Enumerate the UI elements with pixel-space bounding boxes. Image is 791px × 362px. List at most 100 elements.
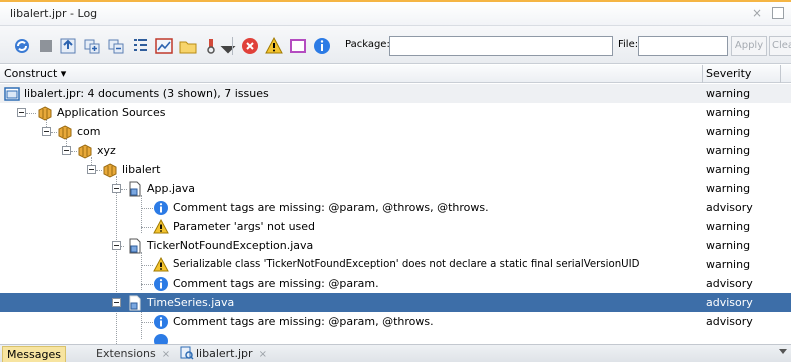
severity-value: warning	[706, 163, 751, 176]
audit-log-icon	[180, 346, 194, 360]
refresh-audit-icon[interactable]	[12, 36, 32, 56]
folder-icon[interactable]	[178, 36, 198, 56]
severity-value: advisory	[706, 201, 753, 214]
tree-row-label: xyz	[97, 144, 116, 157]
fix-icon[interactable]	[58, 36, 78, 56]
tree-row-label: libalert.jpr: 4 documents (3 shown), 7 i…	[24, 87, 269, 100]
tree-row-label: Application Sources	[57, 106, 166, 119]
tree-row-label: Parameter 'args' not used	[173, 220, 316, 233]
severity-value: advisory	[706, 277, 753, 290]
severity-value: advisory	[706, 296, 753, 309]
tree-row-label: Comment tags are missing: @param, @throw…	[173, 315, 434, 328]
tree-row-com[interactable]: com warning	[0, 122, 791, 141]
info-icon	[153, 333, 169, 344]
tab-label: libalert.jpr	[196, 347, 253, 360]
tree-row-label: Serializable class 'TickerNotFoundExcept…	[173, 259, 640, 270]
close-tab-icon[interactable]: ×	[162, 349, 170, 360]
tree-row-application-sources[interactable]: Application Sources warning	[0, 103, 791, 122]
collapse-toggle[interactable]	[112, 241, 121, 250]
restore-window-button[interactable]	[772, 7, 784, 19]
construct-column-header[interactable]: Construct ▾	[4, 67, 66, 80]
severity-value: warning	[706, 258, 751, 271]
warning-icon	[153, 257, 169, 273]
severity-value: warning	[706, 144, 751, 157]
severity-column-header[interactable]: Severity	[706, 67, 751, 80]
tree-row-issue[interactable]: Serializable class 'TickerNotFoundExcept…	[0, 255, 791, 274]
java-file-icon	[127, 181, 143, 197]
package-label: Package:	[345, 39, 390, 50]
file-filter-input[interactable]	[638, 36, 728, 56]
incomplete-filter-icon[interactable]	[288, 36, 308, 56]
expand-all-icon[interactable]	[82, 36, 102, 56]
collapse-toggle[interactable]	[112, 298, 121, 307]
collapse-toggle[interactable]	[112, 184, 121, 193]
tree-row-tickernotfoundexception-java[interactable]: TickerNotFoundException.java warning	[0, 236, 791, 255]
collapse-toggle[interactable]	[87, 165, 96, 174]
tree-row-issue[interactable]: Parameter 'args' not used warning	[0, 217, 791, 236]
chart-icon[interactable]	[154, 36, 174, 56]
window-titlebar: libalert.jpr - Log ×	[0, 0, 791, 26]
apply-button[interactable]: Apply	[731, 36, 767, 56]
package-icon	[102, 162, 118, 178]
column-divider	[780, 65, 781, 83]
tab-label: Extensions	[96, 347, 156, 360]
column-divider[interactable]	[702, 65, 703, 83]
tree-row-timeseries-java[interactable]: TimeSeries.java advisory	[0, 293, 791, 312]
clear-button[interactable]: Clear	[769, 36, 791, 56]
advisory-filter-icon[interactable]	[312, 36, 332, 56]
tree-row-issue[interactable]: Comment tags are missing: @param. adviso…	[0, 274, 791, 293]
stop-icon[interactable]	[36, 36, 56, 56]
info-icon	[153, 314, 169, 330]
tree-row-label: Comment tags are missing: @param, @throw…	[173, 201, 489, 214]
toolbar: Package: File: Apply Clear	[0, 26, 791, 64]
severity-value: advisory	[706, 315, 753, 328]
collapse-toggle[interactable]	[62, 146, 71, 155]
package-icon	[37, 105, 53, 121]
severity-value: warning	[706, 87, 751, 100]
project-icon	[4, 86, 20, 102]
tab-libalert-jpr[interactable]: libalert.jpr ×	[176, 346, 271, 362]
warning-icon	[153, 219, 169, 235]
tree-row-label: TimeSeries.java	[147, 296, 235, 309]
toolbar-separator	[232, 37, 233, 55]
audit-tree: libalert.jpr: 4 documents (3 shown), 7 i…	[0, 84, 791, 344]
tree-row-libalert[interactable]: libalert warning	[0, 160, 791, 179]
collapse-all-icon[interactable]	[106, 36, 126, 56]
chevron-down-icon[interactable]	[218, 41, 236, 54]
tree-row-label: libalert	[122, 163, 161, 176]
tab-list-chevron-icon[interactable]	[779, 349, 787, 354]
tab-extensions[interactable]: Extensions ×	[92, 346, 174, 362]
bottom-tab-bar: Messages Extensions × libalert.jpr ×	[0, 344, 791, 362]
severity-value: warning	[706, 182, 751, 195]
close-tab-icon[interactable]: ×	[259, 349, 267, 360]
java-file-icon	[127, 238, 143, 254]
tree-row-project[interactable]: libalert.jpr: 4 documents (3 shown), 7 i…	[0, 84, 791, 103]
tree-row-label: App.java	[147, 182, 196, 195]
collapse-toggle[interactable]	[42, 127, 51, 136]
package-icon	[77, 143, 93, 159]
collapse-toggle[interactable]	[17, 108, 26, 117]
file-label: File:	[618, 39, 639, 50]
tree-row-app-java[interactable]: App.java warning	[0, 179, 791, 198]
severity-value: warning	[706, 125, 751, 138]
table-header: Construct ▾ Severity	[0, 65, 791, 83]
package-filter-input[interactable]	[389, 36, 613, 56]
warning-filter-icon[interactable]	[264, 36, 284, 56]
error-filter-icon[interactable]	[240, 36, 260, 56]
info-icon	[153, 276, 169, 292]
severity-value: warning	[706, 239, 751, 252]
package-icon	[57, 124, 73, 140]
hierarchy-icon[interactable]	[130, 36, 150, 56]
tab-label: Messages	[7, 348, 61, 361]
tree-row-issue[interactable]: Comment tags are missing: @param, @throw…	[0, 312, 791, 331]
close-window-button[interactable]: ×	[752, 6, 762, 20]
tab-messages[interactable]: Messages	[2, 346, 66, 362]
java-file-icon	[127, 295, 143, 311]
tree-row-label: com	[77, 125, 101, 138]
tree-row-xyz[interactable]: xyz warning	[0, 141, 791, 160]
tree-row-partial	[0, 331, 791, 344]
window-title: libalert.jpr - Log	[10, 7, 98, 20]
severity-value: warning	[706, 220, 751, 233]
tree-row-issue[interactable]: Comment tags are missing: @param, @throw…	[0, 198, 791, 217]
info-icon	[153, 200, 169, 216]
